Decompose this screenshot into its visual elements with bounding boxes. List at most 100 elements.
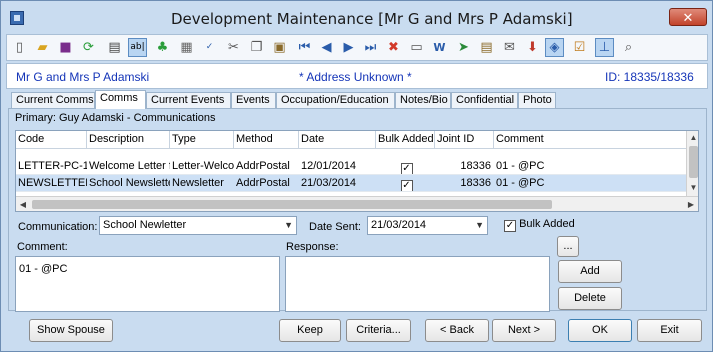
column-header-type[interactable]: Type bbox=[170, 131, 234, 148]
date-sent-picker[interactable]: 21/03/2014 ▼ bbox=[367, 216, 488, 235]
calculator-icon[interactable]: ▦ bbox=[177, 38, 196, 57]
communication-value: School Newletter bbox=[103, 219, 187, 231]
vertical-scrollbar[interactable]: ▲ ▼ bbox=[686, 131, 698, 196]
tree-icon[interactable]: ♣ bbox=[153, 38, 172, 57]
title-bar[interactable]: Development Maintenance [Mr G and Mrs P … bbox=[1, 1, 712, 35]
response-label: Response: bbox=[286, 241, 339, 253]
first-record-icon[interactable]: ⏮ bbox=[295, 38, 314, 57]
grid-header: Code Description Type Method Date Bulk A… bbox=[16, 131, 686, 149]
open-folder-icon[interactable]: ▰ bbox=[33, 38, 52, 57]
window-title: Development Maintenance [Mr G and Mrs P … bbox=[171, 10, 573, 28]
copy-icon[interactable]: ❐ bbox=[247, 38, 266, 57]
checklist-icon[interactable]: ☑ bbox=[570, 38, 589, 57]
tab-notes-bio[interactable]: Notes/Bio bbox=[395, 92, 451, 108]
delete-icon[interactable]: ✖ bbox=[384, 38, 403, 57]
column-header-comment[interactable]: Comment bbox=[494, 131, 686, 148]
app-icon bbox=[10, 11, 24, 25]
bulk-added-field[interactable]: ✓ Bulk Added bbox=[504, 218, 575, 232]
back-button[interactable]: < Back bbox=[425, 319, 489, 342]
tab-comms[interactable]: Comms bbox=[95, 90, 146, 109]
column-header-date[interactable]: Date bbox=[299, 131, 376, 148]
tab-current-events[interactable]: Current Events bbox=[146, 92, 231, 108]
table-row[interactable]: NEWSLETTER School Newsletter Newsletter … bbox=[16, 175, 686, 192]
tab-photo[interactable]: Photo bbox=[518, 92, 556, 108]
last-record-icon[interactable]: ⏭ bbox=[361, 38, 380, 57]
communication-select[interactable]: School Newletter ▼ bbox=[99, 216, 297, 235]
communication-label: Communication: bbox=[18, 221, 98, 233]
cell-comment: 01 - @PC bbox=[494, 158, 686, 175]
vertical-scroll-thumb[interactable] bbox=[689, 146, 698, 178]
column-header-code[interactable]: Code bbox=[16, 131, 87, 148]
clipboard-icon[interactable]: ▤ bbox=[477, 38, 496, 57]
delete-button[interactable]: Delete bbox=[558, 287, 622, 310]
cell-method: AddrPostal bbox=[234, 158, 299, 175]
show-spouse-button[interactable]: Show Spouse bbox=[29, 319, 113, 342]
chevron-down-icon[interactable]: ▼ bbox=[475, 217, 484, 234]
cell-type: Letter-Welco bbox=[170, 158, 234, 175]
primary-label: Primary: Guy Adamski - Communications bbox=[15, 112, 216, 124]
tab-current-comms[interactable]: Current Comms bbox=[11, 92, 95, 108]
cell-date: 21/03/2014 bbox=[299, 175, 376, 192]
forward-arrow-icon[interactable]: ➤ bbox=[454, 38, 473, 57]
scroll-left-icon[interactable]: ◀ bbox=[16, 197, 30, 211]
response-textarea[interactable] bbox=[285, 256, 550, 312]
add-button[interactable]: Add bbox=[558, 260, 622, 283]
cell-description: School Newsletter bbox=[87, 175, 170, 192]
ok-button[interactable]: OK bbox=[568, 319, 632, 342]
mail-edit-icon[interactable]: ✉ bbox=[500, 38, 519, 57]
scroll-up-icon[interactable]: ▲ bbox=[687, 131, 698, 144]
cell-type: Newsletter bbox=[170, 175, 234, 192]
spell-check-icon[interactable]: ✓ bbox=[200, 38, 219, 57]
pin-icon[interactable]: ⊥ bbox=[595, 38, 614, 57]
comms-panel: Primary: Guy Adamski - Communications Co… bbox=[8, 108, 707, 312]
cell-bulk-added: ✓ bbox=[376, 158, 435, 175]
tab-confidential[interactable]: Confidential bbox=[451, 92, 518, 108]
text-field-icon[interactable]: ab| bbox=[128, 38, 147, 57]
column-header-description[interactable]: Description bbox=[87, 131, 170, 148]
refresh-icon[interactable]: ⟳ bbox=[79, 38, 98, 57]
button-bar: Show Spouse Keep Criteria... < Back Next… bbox=[1, 313, 712, 351]
exit-button[interactable]: Exit bbox=[637, 319, 702, 342]
ellipsis-button[interactable]: ... bbox=[557, 236, 579, 257]
table-row[interactable]: LETTER-PC-1 Welcome Letter f Letter-Welc… bbox=[16, 158, 686, 175]
cell-code: LETTER-PC-1 bbox=[16, 158, 87, 175]
cut-icon[interactable]: ✂ bbox=[224, 38, 243, 57]
print-icon[interactable]: ▤ bbox=[105, 38, 124, 57]
criteria-button[interactable]: Criteria... bbox=[346, 319, 411, 342]
next-button[interactable]: Next > bbox=[492, 319, 556, 342]
comment-label: Comment: bbox=[17, 241, 68, 253]
keep-button[interactable]: Keep bbox=[279, 319, 341, 342]
bulk-added-checkbox[interactable]: ✓ bbox=[400, 180, 413, 191]
previous-record-icon[interactable]: ◀ bbox=[317, 38, 336, 57]
scroll-down-icon[interactable]: ▼ bbox=[687, 181, 698, 194]
tab-occupation-education[interactable]: Occupation/Education bbox=[276, 92, 395, 108]
date-sent-value: 21/03/2014 bbox=[371, 219, 427, 231]
cell-bulk-added: ✓ bbox=[376, 175, 435, 192]
horizontal-scrollbar[interactable]: ◀ ▶ bbox=[16, 196, 698, 211]
word-document-icon[interactable]: W bbox=[430, 38, 449, 57]
chevron-down-icon[interactable]: ▼ bbox=[284, 217, 293, 234]
search-document-icon[interactable]: ⌕ bbox=[619, 38, 638, 57]
horizontal-scroll-thumb[interactable] bbox=[32, 200, 552, 209]
tab-strip: Current Comms Comms Current Events Event… bbox=[11, 90, 711, 109]
comment-textarea[interactable]: 01 - @PC bbox=[15, 256, 280, 312]
column-header-method[interactable]: Method bbox=[234, 131, 299, 148]
paste-icon[interactable]: ▣ bbox=[270, 38, 289, 57]
close-button[interactable]: ✕ bbox=[669, 8, 707, 26]
card-icon[interactable]: ▭ bbox=[407, 38, 426, 57]
cell-comment: 01 - @PC bbox=[494, 175, 686, 192]
download-icon[interactable]: ⬇ bbox=[523, 38, 542, 57]
cell-date: 12/01/2014 bbox=[299, 158, 376, 175]
tab-events[interactable]: Events bbox=[231, 92, 276, 108]
column-header-bulk-added[interactable]: Bulk Added bbox=[376, 131, 435, 148]
bulk-added-label: Bulk Added bbox=[519, 218, 575, 230]
bulk-added-checkbox[interactable]: ✓ bbox=[400, 163, 413, 174]
save-icon[interactable]: ■ bbox=[56, 38, 75, 57]
new-document-icon[interactable]: ▯ bbox=[10, 38, 29, 57]
tag-icon[interactable]: ◈ bbox=[545, 38, 564, 57]
next-record-icon[interactable]: ▶ bbox=[339, 38, 358, 57]
cell-description: Welcome Letter f bbox=[87, 158, 170, 175]
scroll-right-icon[interactable]: ▶ bbox=[684, 197, 698, 211]
bulk-added-checkbox[interactable]: ✓ bbox=[504, 220, 516, 232]
column-header-joint-id[interactable]: Joint ID bbox=[435, 131, 494, 148]
